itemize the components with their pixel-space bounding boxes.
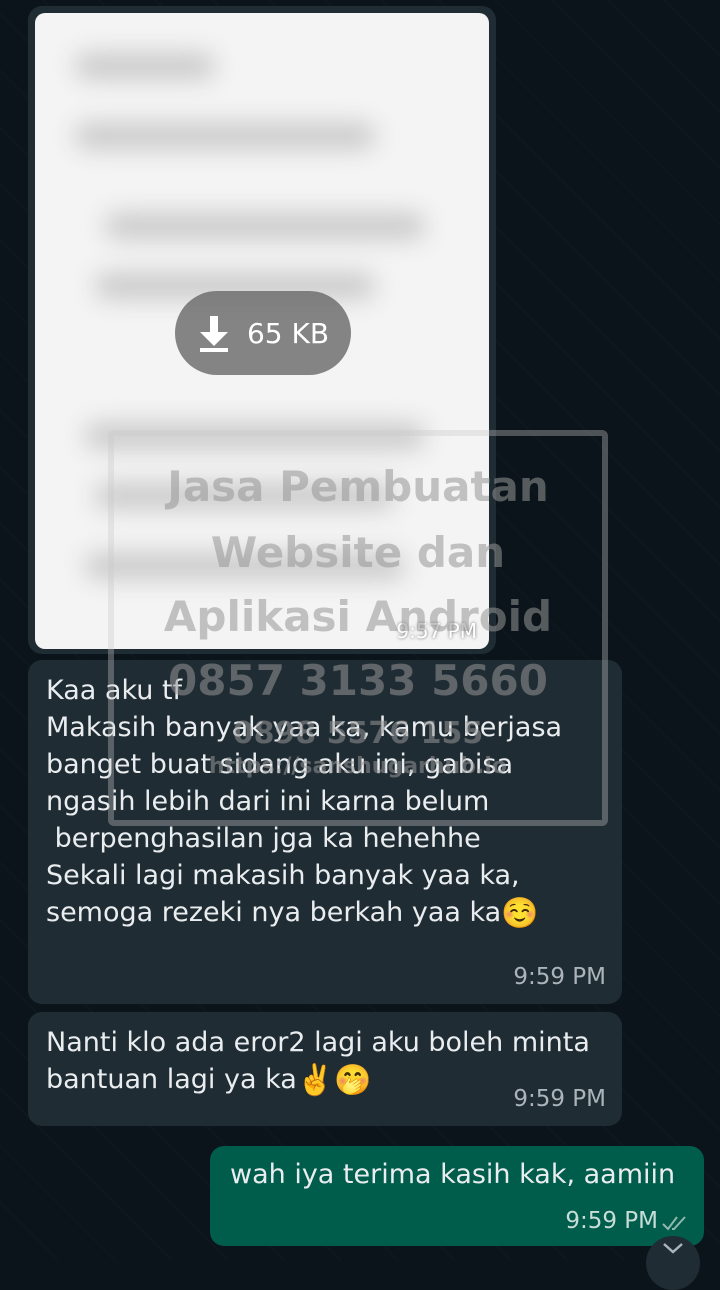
file-size-label: 65 KB	[246, 316, 330, 350]
outgoing-message[interactable]: wah iya terima kasih kak, aamiin 9:59 PM	[210, 1146, 704, 1246]
incoming-message[interactable]: Nanti klo ada eror2 lagi aku boleh minta…	[28, 1012, 622, 1126]
message-time: 9:59 PM	[565, 1208, 658, 1234]
victory-hand-and-face-emoji: ✌️🤭	[296, 1063, 372, 1098]
download-button[interactable]: 65 KB	[175, 291, 351, 375]
message-time: 9:57 PM	[396, 619, 477, 643]
chevron-down-icon	[663, 1243, 683, 1254]
message-text: wah iya terima kasih kak, aamiin	[230, 1159, 676, 1190]
incoming-message[interactable]: Kaa aku tf Makasih banyak yaa ka, kamu b…	[28, 660, 622, 1004]
image-preview[interactable]: 65 KB 9:57 PM	[35, 13, 489, 649]
download-icon	[199, 316, 228, 352]
smiling-emoji: ☺️	[501, 896, 539, 931]
message-text: Kaa aku tf Makasih banyak yaa ka, kamu b…	[46, 675, 563, 931]
image-message-bubble[interactable]: 65 KB 9:57 PM	[28, 6, 496, 654]
message-time: 9:59 PM	[513, 964, 606, 990]
message-time: 9:59 PM	[513, 1086, 606, 1112]
double-check-icon	[662, 1216, 686, 1231]
scroll-to-bottom-button[interactable]	[646, 1236, 700, 1290]
